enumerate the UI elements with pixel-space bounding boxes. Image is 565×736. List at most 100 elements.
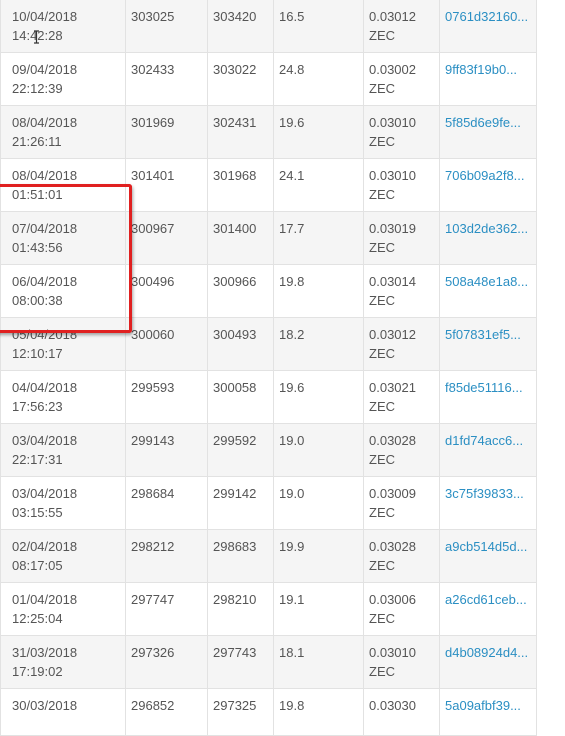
- transaction-hash-link[interactable]: 5f85d6e9fe...: [445, 115, 521, 130]
- amount-cell: 0.03012 ZEC: [363, 317, 440, 371]
- hash-cell: d4b08924d4...: [439, 635, 537, 689]
- transaction-hash-link[interactable]: a9cb514d5d...: [445, 539, 527, 554]
- transaction-hash-link[interactable]: 5f07831ef5...: [445, 327, 521, 342]
- payouts-table: 10/04/2018 14:42:28 303025 303420 16.5 0.0301…: [0, 0, 537, 736]
- date-cell: 08/04/2018 01:51:01: [0, 158, 126, 212]
- date-cell: 07/04/2018 01:43:56: [0, 211, 126, 265]
- date-cell-line2: 01:51:01: [12, 187, 63, 202]
- date-cell-line1: 03/04/2018: [12, 433, 78, 448]
- date-cell-line1: 06/04/2018: [12, 274, 78, 289]
- end-block-cell: 299142: [207, 476, 274, 530]
- value-cell: 17.7: [273, 211, 364, 265]
- amount-cell: 0.03028 ZEC: [363, 529, 440, 583]
- amount-cell: 0.03010 ZEC: [363, 635, 440, 689]
- table-row: 10/04/2018 14:42:28 303025 303420 16.5 0.0301…: [0, 0, 537, 53]
- date-cell-line2: 22:12:39: [12, 81, 63, 96]
- value-cell: 19.0: [273, 423, 364, 477]
- start-block-cell: 300496: [125, 264, 208, 318]
- amount-cell-line1: 0.03006: [369, 592, 416, 607]
- date-cell: 03/04/2018 03:15:55: [0, 476, 126, 530]
- amount-cell-line1: 0.03012: [369, 327, 416, 342]
- amount-cell-line1: 0.03030: [369, 698, 416, 713]
- amount-cell-line2: ZEC: [369, 558, 395, 573]
- date-cell-line1: 30/03/2018: [12, 698, 78, 713]
- end-block-cell: 297325: [207, 688, 274, 736]
- hash-cell: 0761d32160...: [439, 0, 537, 53]
- amount-cell: 0.03028 ZEC: [363, 423, 440, 477]
- table-row: 07/04/2018 01:43:56 300967 301400 17.7 0.0301…: [0, 211, 537, 265]
- value-cell: 18.2: [273, 317, 364, 371]
- amount-cell: 0.03010 ZEC: [363, 105, 440, 159]
- amount-cell-line1: 0.03009: [369, 486, 416, 501]
- transaction-hash-link[interactable]: 0761d32160...: [445, 9, 528, 24]
- amount-cell-line1: 0.03010: [369, 645, 416, 660]
- start-block-cell: 299593: [125, 370, 208, 424]
- hash-cell: f85de51116...: [439, 370, 537, 424]
- start-block-cell: 303025: [125, 0, 208, 53]
- amount-cell: 0.03014 ZEC: [363, 264, 440, 318]
- table-row: 03/04/2018 03:15:55 298684 299142 19.0 0.0300…: [0, 476, 537, 530]
- amount-cell-line1: 0.03021: [369, 380, 416, 395]
- start-block-cell: 297326: [125, 635, 208, 689]
- table-row: 08/04/2018 21:26:11 301969 302431 19.6 0.0301…: [0, 105, 537, 159]
- end-block-cell: 298683: [207, 529, 274, 583]
- hash-cell: a9cb514d5d...: [439, 529, 537, 583]
- date-cell-line2: 22:17:31: [12, 452, 63, 467]
- amount-cell-line1: 0.03002: [369, 62, 416, 77]
- amount-cell: 0.03021 ZEC: [363, 370, 440, 424]
- amount-cell: 0.03009 ZEC: [363, 476, 440, 530]
- table-row: 04/04/2018 17:56:23 299593 300058 19.6 0.0302…: [0, 370, 537, 424]
- amount-cell-line2: ZEC: [369, 81, 395, 96]
- hash-cell: d1fd74acc6...: [439, 423, 537, 477]
- end-block-cell: 301400: [207, 211, 274, 265]
- date-cell: 01/04/2018 12:25:04: [0, 582, 126, 636]
- table-row: 02/04/2018 08:17:05 298212 298683 19.9 0.0302…: [0, 529, 537, 583]
- table-row: 05/04/2018 12:10:17 300060 300493 18.2 0.0301…: [0, 317, 537, 371]
- table-row: 31/03/2018 17:19:02 297326 297743 18.1 0.0301…: [0, 635, 537, 689]
- amount-cell-line1: 0.03014: [369, 274, 416, 289]
- amount-cell-line2: ZEC: [369, 240, 395, 255]
- transaction-hash-link[interactable]: a26cd61ceb...: [445, 592, 527, 607]
- transaction-hash-link[interactable]: 706b09a2f8...: [445, 168, 525, 183]
- amount-cell-line2: ZEC: [369, 452, 395, 467]
- transaction-hash-link[interactable]: 5a09afbf39...: [445, 698, 521, 713]
- amount-cell-line1: 0.03010: [369, 168, 416, 183]
- transaction-hash-link[interactable]: f85de51116...: [445, 380, 523, 395]
- transaction-hash-link[interactable]: d1fd74acc6...: [445, 433, 523, 448]
- amount-cell-line1: 0.03019: [369, 221, 416, 236]
- transaction-hash-link[interactable]: 3c75f39833...: [445, 486, 524, 501]
- end-block-cell: 301968: [207, 158, 274, 212]
- hash-cell: 5f85d6e9fe...: [439, 105, 537, 159]
- start-block-cell: 297747: [125, 582, 208, 636]
- transaction-hash-link[interactable]: d4b08924d4...: [445, 645, 528, 660]
- value-cell: 16.5: [273, 0, 364, 53]
- value-cell: 24.1: [273, 158, 364, 212]
- page-background: [537, 0, 565, 627]
- amount-cell-line2: ZEC: [369, 293, 395, 308]
- end-block-cell: 303022: [207, 52, 274, 106]
- end-block-cell: 300058: [207, 370, 274, 424]
- start-block-cell: 302433: [125, 52, 208, 106]
- value-cell: 19.8: [273, 264, 364, 318]
- hash-cell: 9ff83f19b0...: [439, 52, 537, 106]
- hash-cell: a26cd61ceb...: [439, 582, 537, 636]
- date-cell-line2: 14:42:28: [12, 28, 63, 43]
- date-cell-line2: 21:26:11: [12, 134, 62, 149]
- value-cell: 19.8: [273, 688, 364, 736]
- amount-cell-line2: ZEC: [369, 505, 395, 520]
- table-row: 01/04/2018 12:25:04 297747 298210 19.1 0.0300…: [0, 582, 537, 636]
- table-row: 03/04/2018 22:17:31 299143 299592 19.0 0.0302…: [0, 423, 537, 477]
- table-row: 06/04/2018 08:00:38 300496 300966 19.8 0.0301…: [0, 264, 537, 318]
- transaction-hash-link[interactable]: 103d2de362...: [445, 221, 528, 236]
- date-cell-line2: 12:10:17: [12, 346, 63, 361]
- amount-cell: 0.03010 ZEC: [363, 158, 440, 212]
- date-cell-line1: 09/04/2018: [12, 62, 78, 77]
- transaction-hash-link[interactable]: 9ff83f19b0...: [445, 62, 517, 77]
- date-cell: 31/03/2018 17:19:02: [0, 635, 126, 689]
- date-cell-line2: 17:19:02: [12, 664, 63, 679]
- date-cell-line2: 03:15:55: [12, 505, 63, 520]
- hash-cell: 103d2de362...: [439, 211, 537, 265]
- date-cell-line1: 08/04/2018: [12, 168, 78, 183]
- date-cell: 04/04/2018 17:56:23: [0, 370, 126, 424]
- transaction-hash-link[interactable]: 508a48e1a8...: [445, 274, 528, 289]
